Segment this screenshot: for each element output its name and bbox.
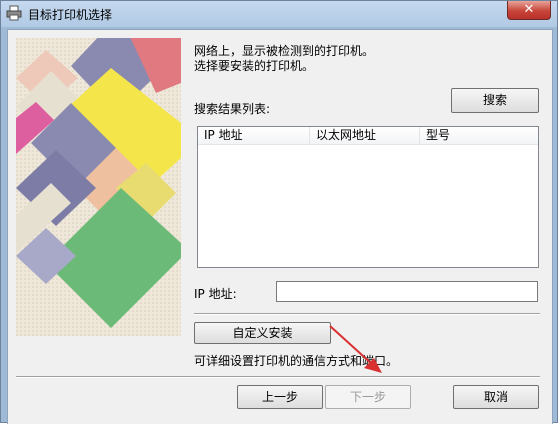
- back-button[interactable]: 上一步: [237, 385, 323, 409]
- ip-address-label: IP 地址:: [194, 287, 237, 301]
- next-button[interactable]: 下一步: [325, 385, 411, 409]
- column-header-ip[interactable]: IP 地址: [198, 127, 310, 145]
- close-button[interactable]: ✕: [507, 1, 551, 20]
- search-button[interactable]: 搜索: [451, 88, 539, 113]
- printer-icon: [6, 5, 22, 21]
- separator-bottom: [16, 376, 540, 378]
- window-title: 目标打印机选择: [28, 8, 113, 22]
- column-header-mac[interactable]: 以太网地址: [310, 127, 420, 145]
- close-icon: ✕: [523, 2, 535, 17]
- cancel-button[interactable]: 取消: [453, 385, 539, 409]
- custom-install-description: 可详细设置打印机的通信方式和端口。: [194, 354, 399, 368]
- intro-line-2: 选择要安装的打印机。: [194, 59, 315, 73]
- column-header-model[interactable]: 型号: [420, 127, 538, 145]
- dialog-client-area: 网络上，显示被检测到的打印机。 选择要安装的打印机。 搜索结果列表: 搜索 IP…: [7, 29, 553, 424]
- decorative-artwork: [16, 38, 181, 336]
- dialog-window: 目标打印机选择 ✕ 网络上，显示被检测到的打印机。 选择要安装的打印机。 搜索结…: [0, 0, 558, 424]
- separator-top: [194, 313, 540, 315]
- search-results-list[interactable]: IP 地址 以太网地址 型号: [197, 126, 539, 268]
- custom-install-button[interactable]: 自定义安装: [194, 322, 331, 344]
- search-results-label: 搜索结果列表:: [194, 102, 271, 116]
- ip-address-input[interactable]: [276, 281, 538, 302]
- title-bar[interactable]: 目标打印机选择 ✕: [1, 1, 557, 27]
